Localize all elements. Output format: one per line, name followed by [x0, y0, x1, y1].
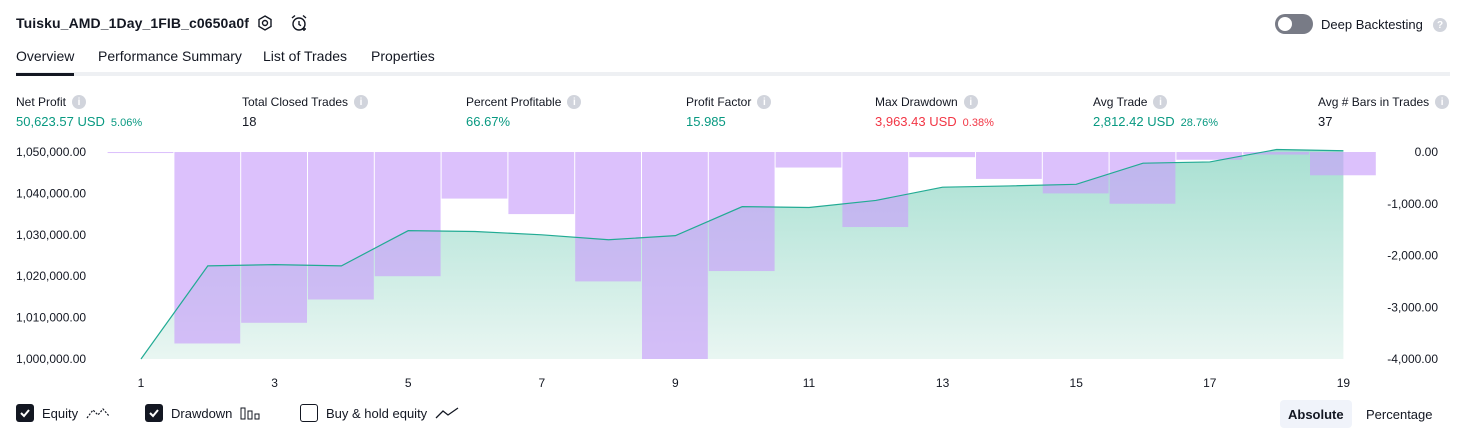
x-axis-tick-label: 19 — [1337, 376, 1351, 390]
help-icon[interactable]: i — [1153, 95, 1168, 109]
help-icon[interactable]: i — [1435, 95, 1450, 109]
equity-icon — [86, 408, 110, 419]
drawdown-bar — [374, 152, 441, 277]
x-axis-tick-label: 11 — [803, 376, 816, 390]
right-axis-tick-label: -1,000.00 — [1387, 197, 1438, 211]
right-axis-tick-label: -2,000.00 — [1387, 249, 1438, 263]
metric-avg-bars-in-trades: Avg # Bars in Trades i 37 — [1318, 95, 1450, 129]
metric-avg-trade: Avg Trade i 2,812.42 USD 28.76% — [1093, 95, 1218, 129]
metric-label: Net Profit — [16, 95, 67, 109]
metric-value: 15.985 — [686, 114, 726, 129]
tab-properties[interactable]: Properties — [371, 48, 435, 73]
drawdown-bar — [1042, 152, 1109, 194]
left-axis-tick-label: 1,050,000.00 — [16, 145, 86, 159]
checkbox-checked-icon[interactable] — [16, 404, 34, 422]
checkbox-checked-icon[interactable] — [145, 404, 163, 422]
drawdown-bar — [575, 152, 641, 282]
tab-overview[interactable]: Overview — [16, 48, 75, 76]
deep-backtesting-toggle[interactable] — [1275, 14, 1313, 34]
help-icon[interactable]: i — [963, 95, 978, 109]
strategy-title: Tuisku_AMD_1Day_1FIB_c0650a0f — [16, 15, 249, 31]
right-axis-tick-label: 0.00 — [1415, 145, 1439, 159]
help-icon[interactable]: i — [757, 95, 772, 109]
x-axis-tick-label: 15 — [1070, 376, 1084, 390]
x-axis-tick-label: 9 — [672, 376, 679, 390]
metric-value: 37 — [1318, 114, 1333, 129]
legend-label: Buy & hold equity — [326, 405, 428, 421]
drawdown-bar — [241, 152, 307, 323]
right-axis-tick-label: -3,000.00 — [1387, 300, 1438, 314]
metric-percent: 28.76% — [1180, 117, 1218, 129]
drawdown-bar — [642, 152, 708, 359]
legend-label: Equity — [42, 405, 79, 421]
left-axis-tick-label: 1,010,000.00 — [16, 311, 86, 325]
drawdown-bar — [174, 152, 241, 344]
metric-percent: 0.38% — [962, 117, 994, 129]
metric-label: Total Closed Trades — [242, 95, 349, 109]
drawdown-bar — [976, 152, 1042, 179]
drawdown-bar — [1109, 152, 1176, 204]
help-icon[interactable]: i — [72, 95, 87, 109]
checkbox-unchecked-icon[interactable] — [300, 404, 318, 422]
left-axis-tick-label: 1,040,000.00 — [16, 186, 86, 200]
metric-total-closed-trades: Total Closed Trades i 18 — [242, 95, 369, 129]
metric-percent: 5.06% — [110, 117, 143, 129]
metric-label: Avg Trade — [1093, 95, 1148, 109]
metric-value: 2,812.42 USD — [1093, 114, 1175, 129]
equity-drawdown-chart[interactable]: 1,050,000.00 1,040,000.00 1,030,000.00 1,02… — [0, 140, 1466, 398]
drawdown-bar — [909, 152, 975, 158]
legend-label: Drawdown — [171, 405, 233, 421]
legend-equity[interactable]: Equity — [16, 404, 110, 422]
deep-backtesting-label: Deep Backtesting — [1321, 17, 1423, 32]
left-axis-tick-label: 1,030,000.00 — [16, 228, 86, 242]
x-axis-tick-label: 5 — [405, 376, 412, 390]
legend-drawdown[interactable]: Drawdown — [145, 404, 262, 422]
metric-value: 50,623.57 USD — [16, 114, 105, 129]
metric-label: Profit Factor — [686, 95, 752, 109]
settings-icon[interactable] — [253, 11, 277, 35]
drawdown-bar — [708, 152, 775, 272]
right-axis-tick-label: -4,000.00 — [1387, 352, 1438, 366]
metric-label: Percent Profitable — [466, 95, 562, 109]
x-axis-tick-label: 1 — [138, 376, 145, 390]
drawdown-bar — [308, 152, 374, 300]
legend-buy-hold-equity[interactable]: Buy & hold equity — [300, 404, 459, 422]
tab-list-of-trades[interactable]: List of Trades — [263, 48, 347, 73]
metric-value: 3,963.43 USD — [875, 114, 957, 129]
drawdown-bar — [107, 152, 174, 154]
toggle-knob — [1278, 17, 1292, 31]
metric-net-profit: Net Profit i 50,623.57 USD 5.06% — [16, 95, 142, 129]
drawdown-bar — [508, 152, 575, 215]
drawdown-bar — [1176, 152, 1243, 160]
drawdown-bar — [775, 152, 842, 168]
buy-hold-icon — [435, 407, 459, 419]
metric-max-drawdown: Max Drawdown i 3,963.43 USD 0.38% — [875, 95, 994, 129]
metric-profit-factor: Profit Factor i 15.985 — [686, 95, 772, 129]
x-axis-tick-label: 13 — [936, 376, 950, 390]
help-icon[interactable]: i — [354, 95, 369, 109]
drawdown-bar — [842, 152, 909, 228]
left-axis-tick-label: 1,000,000.00 — [16, 352, 86, 366]
percentage-mode-button[interactable]: Percentage — [1358, 400, 1441, 428]
x-axis-tick-label: 3 — [271, 376, 278, 390]
absolute-mode-button[interactable]: Absolute — [1280, 400, 1352, 428]
metric-value: 66.67% — [466, 114, 511, 129]
metric-value: 18 — [242, 114, 257, 129]
report-header: Tuisku_AMD_1Day_1FIB_c0650a0f Deep Backt… — [0, 0, 1466, 46]
drawdown-bar — [441, 152, 508, 199]
drawdown-bar — [1310, 152, 1376, 176]
metric-percent-profitable: Percent Profitable i 66.67% — [466, 95, 582, 129]
alarm-clock-icon[interactable] — [287, 11, 311, 35]
x-axis-tick-label: 17 — [1203, 376, 1217, 390]
help-icon[interactable]: i — [567, 95, 582, 109]
drawdown-icon — [240, 407, 260, 420]
metric-label: Max Drawdown — [875, 95, 958, 109]
x-axis-tick-label: 7 — [538, 376, 545, 390]
metric-label: Avg # Bars in Trades — [1318, 95, 1430, 109]
tab-performance-summary[interactable]: Performance Summary — [98, 48, 242, 73]
help-icon[interactable]: ? — [1433, 18, 1447, 32]
left-axis-tick-label: 1,020,000.00 — [16, 269, 86, 283]
